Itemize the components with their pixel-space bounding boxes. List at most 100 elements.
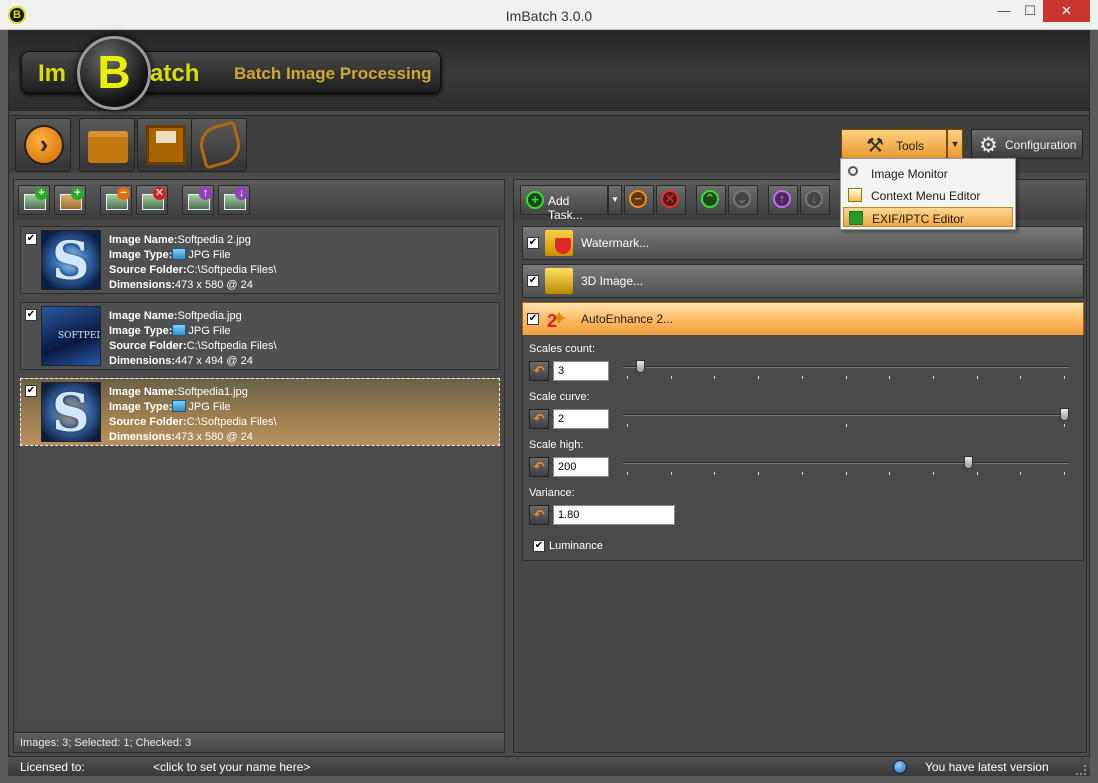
scales-count-slider[interactable] bbox=[636, 360, 646, 373]
image-type-label: Image Type: bbox=[109, 325, 173, 337]
task-3d-image[interactable]: ✔ 3D Image... bbox=[522, 264, 1084, 298]
luminance-label: Luminance bbox=[549, 540, 603, 552]
reset-scale-curve-button[interactable]: ↶ bbox=[529, 409, 549, 429]
image-list-item-selected[interactable]: ✔ S Image Name:Softpedia1.jpg Image Type… bbox=[20, 378, 500, 446]
slider-tick bbox=[976, 376, 978, 379]
reset-scale-high-button[interactable]: ↶ bbox=[529, 457, 549, 477]
move-task-down-button[interactable]: ↓ bbox=[800, 185, 830, 215]
slider-tick bbox=[889, 472, 891, 475]
jpg-file-icon bbox=[172, 324, 187, 336]
task-checkbox[interactable]: ✔ bbox=[527, 313, 539, 325]
slider-tick bbox=[1064, 472, 1065, 475]
scale-high-label: Scale high: bbox=[529, 439, 584, 451]
add-folder-button[interactable]: + bbox=[54, 185, 86, 215]
image-type-label: Image Type: bbox=[109, 401, 173, 413]
scales-count-track[interactable] bbox=[623, 366, 1069, 368]
scale-high-track[interactable] bbox=[623, 462, 1069, 464]
resize-grip-icon[interactable] bbox=[1076, 765, 1086, 775]
maximize-button[interactable]: ☐ bbox=[1017, 0, 1043, 22]
logo-b-icon: B bbox=[77, 36, 151, 110]
image-name-label: Image Name: bbox=[109, 234, 178, 246]
configuration-button[interactable]: ⚙ Configuration bbox=[971, 129, 1083, 159]
slider-tick bbox=[758, 472, 760, 475]
open-task-list-button[interactable] bbox=[79, 118, 135, 172]
add-images-button[interactable]: + bbox=[18, 185, 50, 215]
collapse-icon: ⌄ bbox=[733, 190, 751, 208]
menu-item-context-menu-editor[interactable]: Context Menu Editor bbox=[843, 185, 1013, 205]
add-task-dropdown-arrow[interactable]: ▼ bbox=[608, 185, 622, 215]
close-button[interactable]: ✕ bbox=[1043, 0, 1090, 22]
luminance-checkbox[interactable]: ✔ bbox=[533, 540, 545, 552]
menu-item-label: Image Monitor bbox=[871, 167, 948, 181]
reset-scales-count-button[interactable]: ↶ bbox=[529, 361, 549, 381]
dimensions-value: 447 x 494 @ 24 bbox=[175, 355, 253, 367]
move-task-up-button[interactable]: ↑ bbox=[768, 185, 798, 215]
menu-item-image-monitor[interactable]: Image Monitor bbox=[843, 163, 1013, 183]
remove-all-button[interactable]: ✕ bbox=[136, 185, 168, 215]
add-task-button[interactable]: + Add Task... bbox=[520, 185, 608, 222]
tools-dropdown-arrow[interactable]: ▼ bbox=[947, 129, 963, 159]
scale-curve-input[interactable] bbox=[553, 409, 609, 429]
image-type-value: JPG File bbox=[188, 401, 231, 413]
image-name-value: Softpedia 2.jpg bbox=[177, 234, 251, 246]
save-task-list-button[interactable] bbox=[137, 118, 193, 172]
image-checkbox[interactable]: ✔ bbox=[25, 309, 37, 321]
task-checkbox[interactable]: ✔ bbox=[527, 237, 539, 249]
minimize-button[interactable]: — bbox=[991, 0, 1017, 22]
expand-task-button[interactable]: ⌃ bbox=[696, 185, 726, 215]
task-autoenhance[interactable]: ✔ ✦ AutoEnhance 2... bbox=[522, 302, 1084, 336]
scale-curve-slider[interactable] bbox=[1060, 408, 1069, 421]
task-label: Watermark... bbox=[581, 236, 650, 250]
dimensions-value: 473 x 580 @ 24 bbox=[175, 279, 253, 291]
image-name-label: Image Name: bbox=[109, 310, 178, 322]
image-list-item[interactable]: ✔ SOFTPEDIA Image Name:Softpedia.jpg Ima… bbox=[20, 302, 500, 370]
task-checkbox[interactable]: ✔ bbox=[527, 275, 539, 287]
jpg-file-icon bbox=[172, 248, 187, 260]
logo-text-im: Im bbox=[38, 60, 67, 87]
preview-button[interactable] bbox=[191, 118, 247, 172]
app-frame: Im B atch Batch Image Processing › ⚒ Too… bbox=[8, 30, 1090, 776]
remove-selected-button[interactable]: − bbox=[100, 185, 132, 215]
add-icon: + bbox=[526, 191, 544, 209]
variance-input[interactable] bbox=[553, 505, 675, 525]
3d-image-icon bbox=[545, 268, 573, 294]
scales-count-input[interactable] bbox=[553, 361, 609, 381]
collapse-task-button[interactable]: ⌄ bbox=[728, 185, 758, 215]
slider-tick bbox=[845, 472, 847, 475]
remove-task-button[interactable]: − bbox=[624, 185, 654, 215]
scale-high-slider[interactable] bbox=[963, 456, 973, 469]
image-info: Image Name:Softpedia1.jpg Image Type: JPG… bbox=[109, 385, 277, 445]
image-checkbox[interactable]: ✔ bbox=[25, 385, 37, 397]
globe-icon[interactable] bbox=[893, 760, 907, 774]
scale-curve-track[interactable] bbox=[623, 414, 1069, 416]
image-thumbnail: SOFTPEDIA bbox=[41, 306, 101, 366]
add-badge-icon: + bbox=[35, 187, 48, 200]
image-name-value: Softpedia.jpg bbox=[177, 310, 242, 322]
expand-icon: ⌃ bbox=[701, 190, 719, 208]
image-list-item[interactable]: ✔ S Image Name:Softpedia 2.jpg Image Typ… bbox=[20, 226, 500, 294]
source-folder-value: C:\Softpedia Files\ bbox=[186, 264, 277, 276]
set-name-link[interactable]: <click to set your name here> bbox=[153, 760, 310, 774]
image-name-label: Image Name: bbox=[109, 386, 178, 398]
slider-tick bbox=[1020, 472, 1022, 475]
move-down-button[interactable]: ↓ bbox=[218, 185, 250, 215]
image-checkbox[interactable]: ✔ bbox=[25, 233, 37, 245]
menu-item-exif-iptc-editor[interactable]: EXIF/IPTC Editor bbox=[843, 207, 1013, 227]
image-list[interactable]: ✔ S Image Name:Softpedia 2.jpg Image Typ… bbox=[18, 226, 502, 726]
run-batch-button[interactable]: › bbox=[15, 118, 71, 172]
menu-item-label: EXIF/IPTC Editor bbox=[872, 212, 965, 226]
move-up-button[interactable]: ↑ bbox=[182, 185, 214, 215]
remove-all-tasks-button[interactable]: ✕ bbox=[656, 185, 686, 215]
image-type-label: Image Type: bbox=[109, 249, 173, 261]
reset-variance-button[interactable]: ↶ bbox=[529, 505, 549, 525]
thumbnail-text: SOFTPEDIA bbox=[58, 331, 100, 341]
slider-tick bbox=[670, 472, 672, 475]
gear-icon: ⚙ bbox=[979, 134, 998, 157]
slider-tick bbox=[801, 472, 803, 475]
task-list-panel: + Add Task... ▼ − ✕ ⌃ ⌄ ↑ ↓ ✔ Watermark.… bbox=[513, 179, 1087, 753]
task-watermark[interactable]: ✔ Watermark... bbox=[522, 226, 1084, 260]
slider-tick bbox=[714, 472, 716, 475]
slider-tick bbox=[1064, 376, 1065, 379]
tools-button[interactable]: ⚒ Tools bbox=[841, 129, 947, 159]
scale-high-input[interactable] bbox=[553, 457, 609, 477]
